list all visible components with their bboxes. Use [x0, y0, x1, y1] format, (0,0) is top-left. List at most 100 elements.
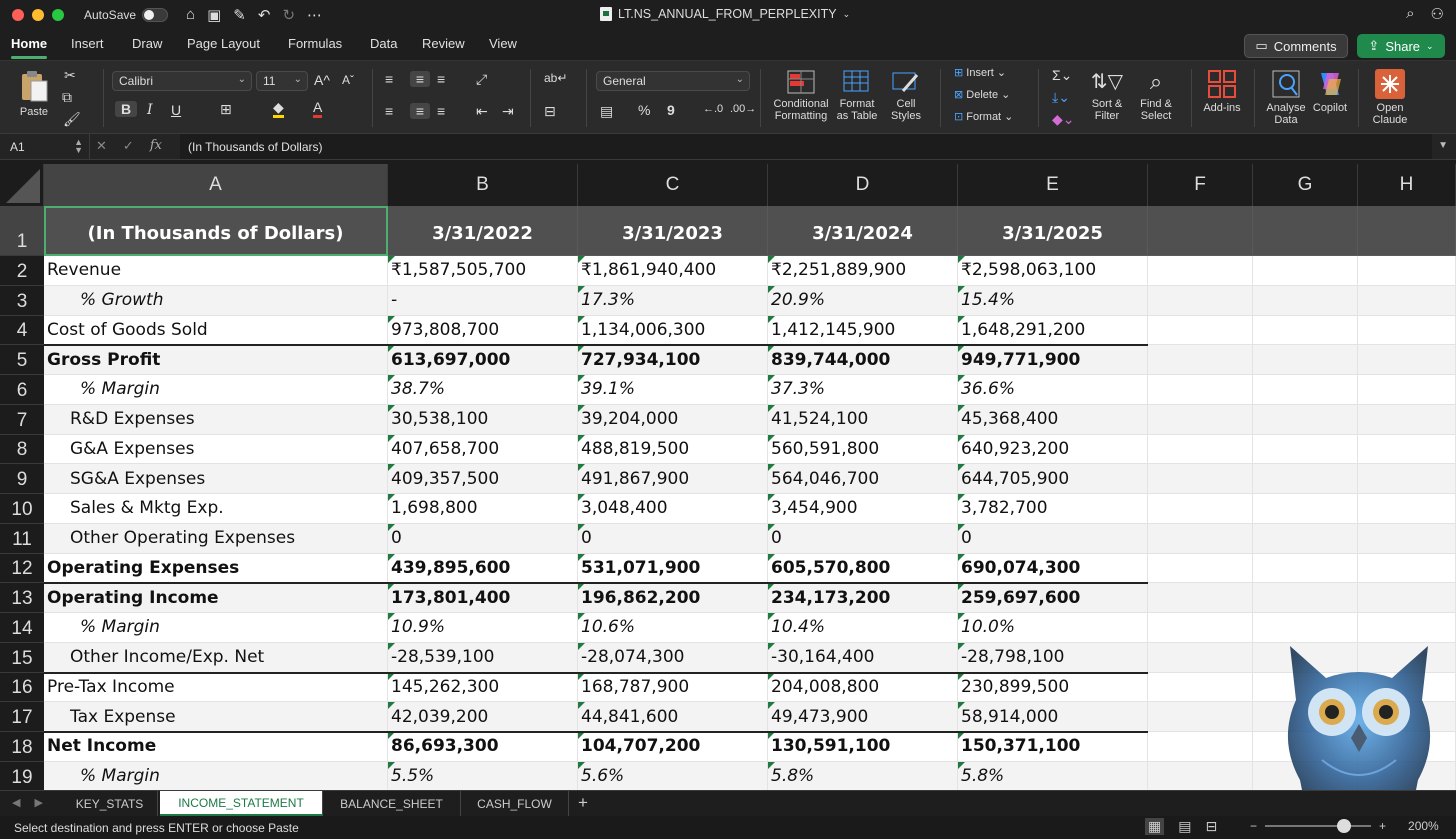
increase-decimal-icon[interactable]: ←.0: [703, 103, 723, 115]
row-label-cell[interactable]: % Margin: [44, 375, 388, 405]
row-label-cell[interactable]: Gross Profit: [44, 345, 388, 375]
value-cell[interactable]: 613,697,000: [388, 345, 578, 375]
value-cell[interactable]: 690,074,300: [958, 553, 1148, 584]
autosave-toggle[interactable]: [142, 8, 169, 22]
save-icon[interactable]: ▣: [207, 6, 221, 24]
formula-input[interactable]: (In Thousands of Dollars): [180, 134, 1432, 159]
row-label-cell[interactable]: Pre-Tax Income: [44, 672, 388, 703]
row-header[interactable]: 4: [0, 315, 44, 346]
value-cell[interactable]: 36.6%: [958, 375, 1148, 405]
minimize-window-button[interactable]: [32, 9, 44, 21]
empty-cell[interactable]: [1148, 642, 1253, 673]
value-cell[interactable]: ₹2,251,889,900: [768, 256, 958, 286]
value-cell[interactable]: 644,705,900: [958, 464, 1148, 494]
value-cell[interactable]: 44,841,600: [578, 702, 768, 732]
sort-filter-button[interactable]: ⇅▽ Sort & Filter: [1088, 69, 1126, 122]
value-cell[interactable]: 973,808,700: [388, 315, 578, 346]
zoom-in-button[interactable]: +: [1379, 819, 1386, 833]
row-label-cell[interactable]: % Margin: [44, 613, 388, 643]
save-as-icon[interactable]: ✎: [233, 6, 246, 24]
value-cell[interactable]: 150,371,100: [958, 732, 1148, 762]
align-right-icon[interactable]: ≡: [437, 103, 445, 119]
merge-center-icon[interactable]: ⊟: [544, 103, 556, 120]
align-bottom-icon[interactable]: ≡: [437, 71, 445, 87]
paste-button[interactable]: Paste: [14, 69, 54, 118]
header-cell-date[interactable]: 3/31/2022: [388, 206, 578, 256]
row-header[interactable]: 6: [0, 375, 44, 405]
row-header[interactable]: 8: [0, 434, 44, 465]
header-cell-date[interactable]: 3/31/2024: [768, 206, 958, 256]
empty-cell[interactable]: [1148, 256, 1253, 286]
cut-icon[interactable]: ✂: [64, 67, 76, 84]
cancel-icon[interactable]: ✕: [96, 138, 107, 154]
row-header[interactable]: 11: [0, 523, 44, 554]
empty-cell[interactable]: [1358, 285, 1456, 316]
row-label-cell[interactable]: Revenue: [44, 256, 388, 286]
column-header-a[interactable]: A: [44, 164, 388, 206]
redo-icon[interactable]: ↻: [282, 6, 295, 24]
value-cell[interactable]: 1,648,291,200: [958, 315, 1148, 346]
value-cell[interactable]: 234,173,200: [768, 583, 958, 613]
empty-cell[interactable]: [1358, 256, 1456, 286]
value-cell[interactable]: 49,473,900: [768, 702, 958, 732]
empty-cell[interactable]: [1148, 583, 1253, 613]
document-title[interactable]: LT.NS_ANNUAL_FROM_PERPLEXITY ⌄: [600, 7, 850, 21]
value-cell[interactable]: 38.7%: [388, 375, 578, 405]
row-label-cell[interactable]: Operating Income: [44, 583, 388, 613]
sheet-tab-balance-sheet[interactable]: BALANCE_SHEET: [323, 791, 461, 816]
empty-cell[interactable]: [1253, 285, 1358, 316]
zoom-slider-handle[interactable]: [1337, 819, 1352, 833]
column-header-b[interactable]: B: [388, 164, 578, 206]
fill-icon[interactable]: ⤓⌄: [1052, 89, 1070, 106]
select-all-button[interactable]: [0, 164, 44, 206]
tab-page-layout[interactable]: Page Layout: [187, 36, 260, 51]
value-cell[interactable]: 204,008,800: [768, 672, 958, 703]
empty-cell[interactable]: [1358, 553, 1456, 584]
empty-cell[interactable]: [1358, 523, 1456, 554]
column-header-c[interactable]: C: [578, 164, 768, 206]
value-cell[interactable]: 5.8%: [768, 761, 958, 790]
insert-cells-button[interactable]: ⊞ Insert ⌄: [954, 67, 1006, 79]
font-color-icon[interactable]: A: [313, 99, 323, 118]
value-cell[interactable]: 10.0%: [958, 613, 1148, 643]
empty-cell[interactable]: [1253, 464, 1358, 494]
value-cell[interactable]: 1,698,800: [388, 494, 578, 524]
row-label-cell[interactable]: % Growth: [44, 285, 388, 316]
zoom-window-button[interactable]: [52, 9, 64, 21]
empty-cell[interactable]: [1253, 315, 1358, 346]
value-cell[interactable]: 259,697,600: [958, 583, 1148, 613]
empty-cell[interactable]: [1358, 494, 1456, 524]
empty-cell[interactable]: [1253, 404, 1358, 435]
value-cell[interactable]: 173,801,400: [388, 583, 578, 613]
decrease-decimal-icon[interactable]: .00→: [730, 103, 756, 115]
row-header[interactable]: 19: [0, 761, 44, 790]
empty-cell[interactable]: [1253, 613, 1358, 643]
value-cell[interactable]: 1,134,006,300: [578, 315, 768, 346]
empty-cell[interactable]: [1148, 464, 1253, 494]
row-label-cell[interactable]: G&A Expenses: [44, 434, 388, 465]
row-label-cell[interactable]: Net Income: [44, 732, 388, 762]
percent-style-button[interactable]: %: [638, 102, 650, 118]
accounting-format-icon[interactable]: ▤: [600, 103, 613, 120]
empty-cell[interactable]: [1148, 761, 1253, 790]
header-cell-date[interactable]: 3/31/2023: [578, 206, 768, 256]
value-cell[interactable]: 5.8%: [958, 761, 1148, 790]
undo-icon[interactable]: ↶: [258, 6, 271, 24]
value-cell[interactable]: 407,658,700: [388, 434, 578, 465]
close-window-button[interactable]: [12, 9, 24, 21]
empty-cell[interactable]: [1148, 404, 1253, 435]
align-left-icon[interactable]: ≡: [385, 103, 393, 119]
empty-cell[interactable]: [1148, 732, 1253, 762]
column-header-e[interactable]: E: [958, 164, 1148, 206]
value-cell[interactable]: 5.6%: [578, 761, 768, 790]
value-cell[interactable]: 15.4%: [958, 285, 1148, 316]
value-cell[interactable]: 564,046,700: [768, 464, 958, 494]
value-cell[interactable]: 168,787,900: [578, 672, 768, 703]
zoom-level[interactable]: 200%: [1408, 819, 1439, 833]
value-cell[interactable]: -: [388, 285, 578, 316]
zoom-out-button[interactable]: −: [1250, 819, 1257, 833]
empty-cell[interactable]: [1148, 315, 1253, 346]
empty-cell[interactable]: [1253, 523, 1358, 554]
format-as-table-button[interactable]: Format as Table: [834, 69, 880, 122]
row-label-cell[interactable]: Sales & Mktg Exp.: [44, 494, 388, 524]
